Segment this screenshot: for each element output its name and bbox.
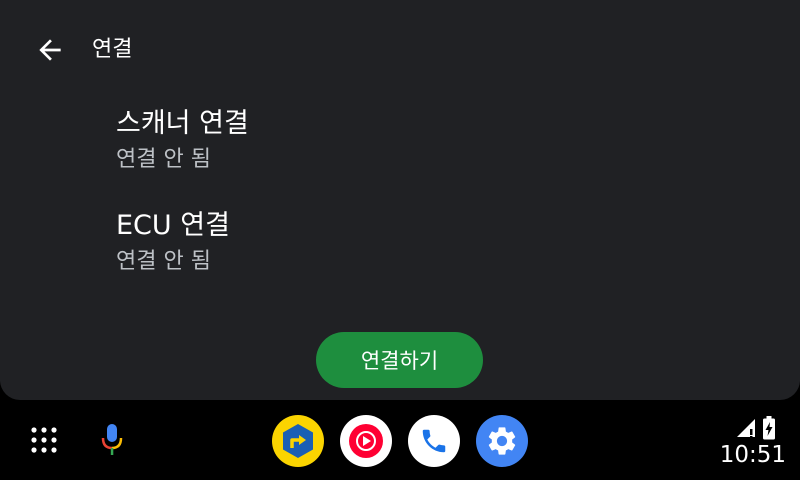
phone-app-icon [422,429,446,453]
back-button[interactable] [26,26,74,74]
settings-app[interactable] [476,415,528,467]
navigation-app[interactable] [272,415,324,467]
list-item-title: 스캐너 연결 [116,108,249,139]
list-item-scanner[interactable]: 스캐너 연결 연결 안 됨 [116,106,676,176]
settings-app-icon [488,427,516,455]
phone-app[interactable] [408,415,460,467]
launcher-button[interactable] [22,418,66,462]
youtube-music-icon [349,424,383,458]
microphone-icon [101,424,123,455]
status-bar: 10:51 [706,414,786,474]
battery-charging-icon [763,416,775,440]
settings-card: 연결 스캐너 연결 연결 안 됨 ECU 연결 연결 안 됨 연결하기 [0,0,800,400]
youtube-music-app[interactable] [340,415,392,467]
cell-signal-icon [737,419,755,437]
list-item-ecu[interactable]: ECU 연결 연결 안 됨 [116,208,676,278]
list-item-status: 연결 안 됨 [116,249,211,274]
page-title: 연결 [92,37,133,62]
connect-button[interactable]: 연결하기 [316,332,483,388]
clock: 10:51 [719,442,786,468]
navigation-app-icon [283,424,313,458]
header: 연결 [0,0,800,100]
list-item-title: ECU 연결 [116,210,230,241]
list-item-status: 연결 안 됨 [116,147,211,172]
dock: 10:51 [0,400,800,480]
arrow-back-icon [39,39,61,61]
app-grid-icon [31,427,57,453]
assistant-button[interactable] [90,416,134,464]
